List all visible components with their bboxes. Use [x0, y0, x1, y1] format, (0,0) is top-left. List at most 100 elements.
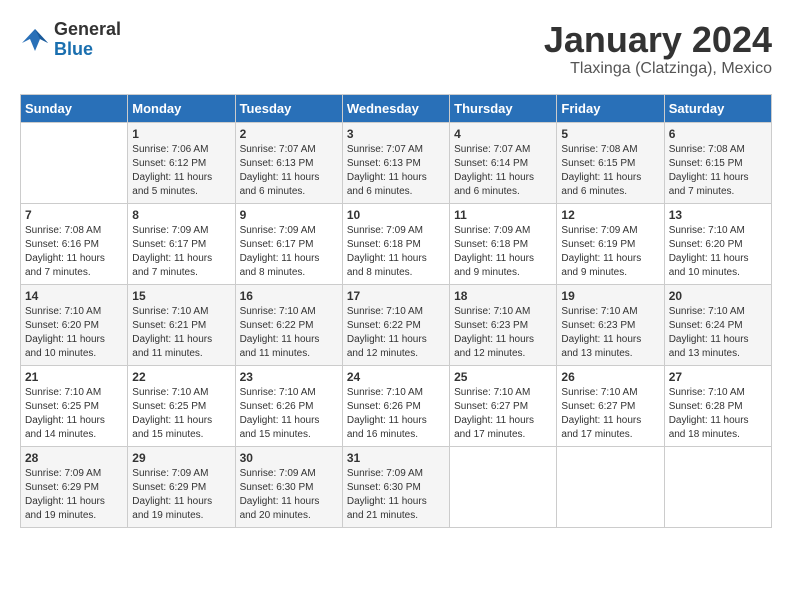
day-header-monday: Monday [128, 94, 235, 122]
day-number: 9 [240, 208, 338, 222]
calendar-cell: 2 Sunrise: 7:07 AMSunset: 6:13 PMDaylight… [235, 122, 342, 203]
day-info: Sunrise: 7:07 AMSunset: 6:14 PMDaylight:… [454, 143, 552, 199]
day-info: Sunrise: 7:09 AMSunset: 6:30 PMDaylight:… [347, 467, 445, 523]
day-number: 16 [240, 289, 338, 303]
calendar-cell: 8 Sunrise: 7:09 AMSunset: 6:17 PMDaylight… [128, 203, 235, 284]
day-number: 30 [240, 451, 338, 465]
day-number: 22 [132, 370, 230, 384]
day-info: Sunrise: 7:08 AMSunset: 6:15 PMDaylight:… [669, 143, 767, 199]
day-info: Sunrise: 7:10 AMSunset: 6:22 PMDaylight:… [347, 305, 445, 361]
day-number: 14 [25, 289, 123, 303]
day-number: 3 [347, 127, 445, 141]
calendar-cell [450, 446, 557, 527]
day-number: 2 [240, 127, 338, 141]
day-number: 4 [454, 127, 552, 141]
calendar-cell: 10 Sunrise: 7:09 AMSunset: 6:18 PMDayligh… [342, 203, 449, 284]
calendar-cell: 27 Sunrise: 7:10 AMSunset: 6:28 PMDayligh… [664, 365, 771, 446]
day-number: 31 [347, 451, 445, 465]
calendar-subtitle: Tlaxinga (Clatzinga), Mexico [544, 60, 772, 78]
day-info: Sunrise: 7:10 AMSunset: 6:21 PMDaylight:… [132, 305, 230, 361]
day-number: 25 [454, 370, 552, 384]
calendar-cell: 16 Sunrise: 7:10 AMSunset: 6:22 PMDayligh… [235, 284, 342, 365]
calendar-cell: 6 Sunrise: 7:08 AMSunset: 6:15 PMDaylight… [664, 122, 771, 203]
day-header-wednesday: Wednesday [342, 94, 449, 122]
day-number: 29 [132, 451, 230, 465]
day-info: Sunrise: 7:09 AMSunset: 6:19 PMDaylight:… [561, 224, 659, 280]
calendar-cell: 1 Sunrise: 7:06 AMSunset: 6:12 PMDaylight… [128, 122, 235, 203]
day-number: 11 [454, 208, 552, 222]
logo: General Blue [20, 20, 121, 60]
day-number: 17 [347, 289, 445, 303]
day-info: Sunrise: 7:09 AMSunset: 6:29 PMDaylight:… [25, 467, 123, 523]
day-number: 19 [561, 289, 659, 303]
day-number: 21 [25, 370, 123, 384]
day-number: 15 [132, 289, 230, 303]
day-number: 24 [347, 370, 445, 384]
calendar-cell: 13Sunrise: 7:10 AMSunset: 6:20 PMDayligh… [664, 203, 771, 284]
calendar-week-row: 28 Sunrise: 7:09 AMSunset: 6:29 PMDayligh… [21, 446, 772, 527]
calendar-cell: 20 Sunrise: 7:10 AMSunset: 6:24 PMDayligh… [664, 284, 771, 365]
calendar-cell [664, 446, 771, 527]
calendar-cell: 21 Sunrise: 7:10 AMSunset: 6:25 PMDayligh… [21, 365, 128, 446]
title-block: January 2024 Tlaxinga (Clatzinga), Mexic… [544, 20, 772, 78]
calendar-cell: 12 Sunrise: 7:09 AMSunset: 6:19 PMDayligh… [557, 203, 664, 284]
day-info: Sunrise: 7:09 AMSunset: 6:18 PMDaylight:… [347, 224, 445, 280]
calendar-cell: 17 Sunrise: 7:10 AMSunset: 6:22 PMDayligh… [342, 284, 449, 365]
calendar-cell: 7Sunrise: 7:08 AMSunset: 6:16 PMDaylight… [21, 203, 128, 284]
calendar-cell: 23Sunrise: 7:10 AMSunset: 6:26 PMDayligh… [235, 365, 342, 446]
day-number: 28 [25, 451, 123, 465]
day-number: 1 [132, 127, 230, 141]
calendar-table: SundayMondayTuesdayWednesdayThursdayFrid… [20, 94, 772, 528]
page-header: General Blue January 2024 Tlaxinga (Clat… [20, 20, 772, 78]
day-number: 6 [669, 127, 767, 141]
day-info: Sunrise: 7:10 AMSunset: 6:20 PMDaylight:… [669, 224, 767, 280]
day-info: Sunrise: 7:10 AMSunset: 6:23 PMDaylight:… [561, 305, 659, 361]
logo-bird-icon [20, 25, 50, 55]
calendar-cell: 22Sunrise: 7:10 AMSunset: 6:25 PMDayligh… [128, 365, 235, 446]
day-info: Sunrise: 7:06 AMSunset: 6:12 PMDaylight:… [132, 143, 230, 199]
day-info: Sunrise: 7:10 AMSunset: 6:25 PMDaylight:… [25, 386, 123, 442]
day-number: 27 [669, 370, 767, 384]
day-info: Sunrise: 7:07 AMSunset: 6:13 PMDaylight:… [240, 143, 338, 199]
calendar-week-row: 21 Sunrise: 7:10 AMSunset: 6:25 PMDayligh… [21, 365, 772, 446]
calendar-cell: 9 Sunrise: 7:09 AMSunset: 6:17 PMDaylight… [235, 203, 342, 284]
day-info: Sunrise: 7:09 AMSunset: 6:17 PMDaylight:… [240, 224, 338, 280]
day-number: 12 [561, 208, 659, 222]
calendar-cell: 14Sunrise: 7:10 AMSunset: 6:20 PMDayligh… [21, 284, 128, 365]
day-header-thursday: Thursday [450, 94, 557, 122]
logo-text: General Blue [54, 20, 121, 60]
calendar-cell: 26Sunrise: 7:10 AMSunset: 6:27 PMDayligh… [557, 365, 664, 446]
calendar-cell: 31 Sunrise: 7:09 AMSunset: 6:30 PMDayligh… [342, 446, 449, 527]
day-info: Sunrise: 7:10 AMSunset: 6:22 PMDaylight:… [240, 305, 338, 361]
day-info: Sunrise: 7:10 AMSunset: 6:28 PMDaylight:… [669, 386, 767, 442]
day-number: 18 [454, 289, 552, 303]
calendar-cell: 11 Sunrise: 7:09 AMSunset: 6:18 PMDayligh… [450, 203, 557, 284]
day-number: 10 [347, 208, 445, 222]
day-number: 26 [561, 370, 659, 384]
calendar-header-row: SundayMondayTuesdayWednesdayThursdayFrid… [21, 94, 772, 122]
day-header-saturday: Saturday [664, 94, 771, 122]
day-header-friday: Friday [557, 94, 664, 122]
day-info: Sunrise: 7:10 AMSunset: 6:23 PMDaylight:… [454, 305, 552, 361]
calendar-cell: 3Sunrise: 7:07 AMSunset: 6:13 PMDaylight… [342, 122, 449, 203]
day-number: 7 [25, 208, 123, 222]
day-number: 8 [132, 208, 230, 222]
calendar-cell: 28 Sunrise: 7:09 AMSunset: 6:29 PMDayligh… [21, 446, 128, 527]
day-info: Sunrise: 7:09 AMSunset: 6:18 PMDaylight:… [454, 224, 552, 280]
day-info: Sunrise: 7:10 AMSunset: 6:24 PMDaylight:… [669, 305, 767, 361]
calendar-cell [557, 446, 664, 527]
calendar-week-row: 14Sunrise: 7:10 AMSunset: 6:20 PMDayligh… [21, 284, 772, 365]
day-info: Sunrise: 7:10 AMSunset: 6:27 PMDaylight:… [454, 386, 552, 442]
day-number: 20 [669, 289, 767, 303]
day-info: Sunrise: 7:10 AMSunset: 6:26 PMDaylight:… [240, 386, 338, 442]
calendar-cell: 24 Sunrise: 7:10 AMSunset: 6:26 PMDayligh… [342, 365, 449, 446]
day-info: Sunrise: 7:09 AMSunset: 6:17 PMDaylight:… [132, 224, 230, 280]
calendar-cell: 29Sunrise: 7:09 AMSunset: 6:29 PMDayligh… [128, 446, 235, 527]
logo-general: General [54, 20, 121, 40]
calendar-cell: 4 Sunrise: 7:07 AMSunset: 6:14 PMDaylight… [450, 122, 557, 203]
calendar-cell: 15 Sunrise: 7:10 AMSunset: 6:21 PMDayligh… [128, 284, 235, 365]
day-info: Sunrise: 7:10 AMSunset: 6:26 PMDaylight:… [347, 386, 445, 442]
calendar-cell: 18 Sunrise: 7:10 AMSunset: 6:23 PMDayligh… [450, 284, 557, 365]
day-number: 5 [561, 127, 659, 141]
calendar-title: January 2024 [544, 20, 772, 60]
